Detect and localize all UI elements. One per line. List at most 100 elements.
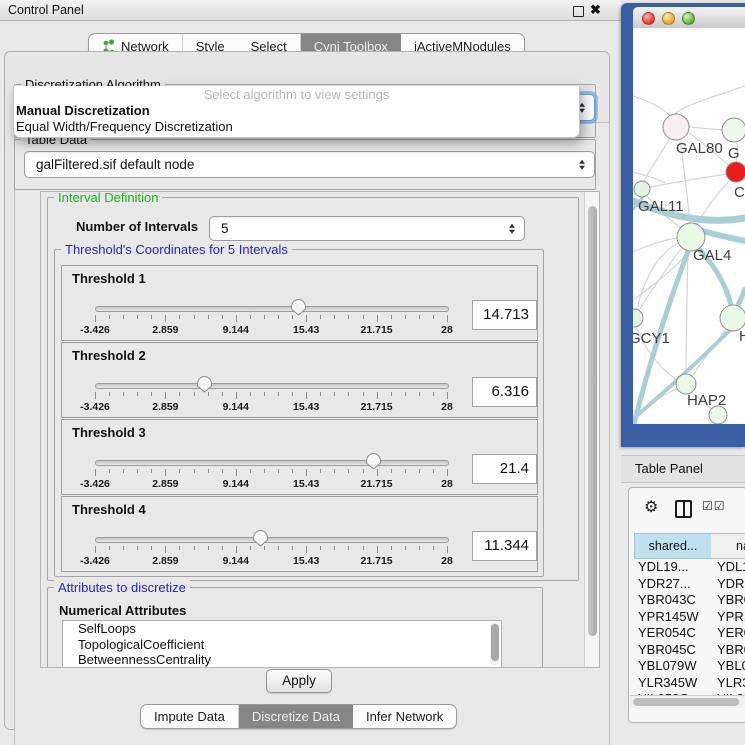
checkbox-icons[interactable]: ☑☑	[702, 499, 726, 513]
minimize-traffic-light-icon[interactable]	[662, 12, 675, 25]
bottom-tab-impute-data[interactable]: Impute Data	[141, 705, 238, 728]
attributes-list-scrollbar[interactable]	[490, 623, 499, 665]
cell-name: YBR0	[717, 592, 745, 609]
threshold-label: Threshold 3	[72, 425, 146, 440]
table-horizontal-scrollbar[interactable]	[630, 695, 745, 708]
table-row[interactable]: YPR145W YPR1	[629, 609, 745, 626]
bottom-tab-label: Impute Data	[154, 709, 225, 724]
network-node[interactable]	[634, 181, 650, 197]
threshold-value-field[interactable]: 11.344	[472, 531, 537, 561]
table-data-selected-value: galFiltered.sif default node	[36, 157, 194, 172]
dropdown-prompt-item[interactable]: Select algorithm to view settings	[14, 86, 579, 103]
scrollbar-thumb[interactable]	[633, 698, 739, 706]
slider-track[interactable]	[95, 306, 449, 312]
network-edge-highlighted	[703, 231, 745, 241]
table-row[interactable]: YBR043CYBR0	[629, 592, 745, 609]
threshold-label: Threshold 1	[72, 271, 146, 286]
network-edge	[633, 96, 670, 116]
network-node[interactable]	[722, 118, 745, 142]
table-rows: YDL19...YDL1YDR27...YDR2YBR043CYBR0YPR14…	[629, 559, 745, 698]
network-node-label: GCY1	[633, 330, 670, 347]
table-row[interactable]: YBR045C YBR0	[629, 642, 745, 659]
interval-definition-title: Interval Definition	[54, 191, 162, 205]
cell-shared-name: YER054C	[638, 625, 696, 642]
cell-name: YLR3	[717, 675, 745, 692]
apply-button[interactable]: Apply	[266, 669, 332, 693]
gear-icon[interactable]: ⚙	[644, 497, 658, 517]
network-node[interactable]	[676, 374, 696, 394]
slider-track[interactable]	[95, 460, 449, 466]
network-canvas[interactable]: GAL80GGAL11GAL4GCY1HHAP2C	[633, 28, 745, 424]
attribute-item[interactable]: BetweennessCentrality	[63, 652, 501, 668]
threshold-value-field[interactable]: 14.713	[472, 300, 537, 330]
threshold-value-field[interactable]: 21.4	[472, 454, 537, 484]
slider-ticks	[95, 392, 447, 400]
cell-shared-name: YPR145W	[638, 609, 699, 626]
threshold-row-4: Threshold 4 -3.4262.8599.14415.4321.71528…	[61, 496, 538, 572]
cell-name: YBR0	[717, 642, 745, 659]
table-row[interactable]: YLR345W YLR3	[629, 675, 745, 692]
thresholds-group: Threshold's Coordinates for 5 Intervals …	[54, 249, 544, 577]
network-node-label: H	[739, 328, 745, 345]
table-panel-title: Table Panel	[635, 461, 703, 476]
network-node-label: GAL11	[638, 198, 684, 215]
close-traffic-light-icon[interactable]	[642, 12, 655, 25]
window-title: Control Panel	[8, 3, 84, 17]
combo-arrows-icon	[579, 159, 585, 170]
slider-thumb[interactable]	[252, 529, 269, 547]
network-edge-highlighted	[738, 289, 745, 305]
table-row[interactable]: YBL079WYBL0	[629, 658, 745, 675]
column-header-name[interactable]: na	[711, 533, 745, 559]
network-node-label: GAL80	[676, 140, 723, 157]
cell-name: YPR1	[717, 609, 745, 626]
cell-shared-name: YDL19...	[638, 559, 689, 576]
threshold-row-2: Threshold 2-3.4262.8599.14415.4321.71528…	[61, 342, 538, 418]
slider-tick-labels: -3.4262.8599.14415.4321.71528	[95, 555, 447, 567]
table-row[interactable]: YDL19...YDL1	[629, 559, 745, 576]
zoom-traffic-light-icon[interactable]	[682, 12, 695, 25]
dropdown-item-equal-width-frequency[interactable]: Equal Width/Frequency Discretization	[14, 119, 579, 135]
slider-ticks	[95, 315, 447, 323]
table-panel-titlebar: Table Panel	[621, 455, 745, 483]
scrollbar-thumb[interactable]	[588, 206, 597, 636]
combo-arrows-icon	[509, 223, 515, 234]
slider-tick-labels: -3.4262.8599.14415.4321.71528	[95, 478, 447, 490]
cell-shared-name: YBR045C	[638, 642, 696, 659]
network-edge	[686, 251, 688, 374]
network-node[interactable]	[726, 162, 745, 182]
numerical-attributes-list[interactable]: SelfLoopsTopologicalCoefficientBetweenne…	[62, 620, 502, 668]
table-row[interactable]: YER054C YER0	[629, 625, 745, 642]
network-graph: GAL80GGAL11GAL4GCY1HHAP2C	[633, 28, 745, 424]
number-of-intervals-combobox[interactable]: 5	[209, 216, 525, 241]
network-node[interactable]	[633, 309, 643, 327]
bottom-tab-infer-network[interactable]: Infer Network	[353, 705, 456, 728]
cell-shared-name: YLR345W	[638, 675, 697, 692]
cell-name: YDR2	[717, 576, 745, 593]
attribute-item[interactable]: TopologicalCoefficient	[63, 637, 501, 653]
network-node-label: C	[734, 184, 745, 201]
slider-track[interactable]	[95, 383, 449, 389]
settings-vertical-scrollbar[interactable]	[584, 192, 599, 667]
network-node[interactable]	[663, 114, 689, 140]
threshold-label: Threshold 4	[72, 502, 146, 517]
float-window-icon[interactable]	[573, 6, 584, 17]
slider-tick-labels: -3.4262.8599.14415.4321.71528	[95, 324, 447, 336]
attribute-item[interactable]: SelfLoops	[63, 621, 501, 637]
bottom-tab-discretize-data[interactable]: Discretize Data	[238, 705, 353, 728]
slider-ticks	[95, 469, 447, 477]
threshold-label: Threshold 2	[72, 348, 146, 363]
attributes-group: Attributes to discretize Numerical Attri…	[47, 587, 543, 668]
slider-thumb[interactable]	[365, 452, 382, 470]
table-data-combobox[interactable]: galFiltered.sif default node	[24, 151, 595, 178]
slider-thumb[interactable]	[196, 375, 213, 393]
column-header-shared-name[interactable]: shared...	[634, 533, 712, 559]
network-window-titlebar[interactable]	[633, 7, 745, 29]
slider-thumb[interactable]	[290, 298, 307, 316]
dropdown-item-manual-discretization[interactable]: Manual Discretization	[14, 103, 579, 119]
table-row[interactable]: YDR27...YDR2	[629, 576, 745, 593]
columns-icon[interactable]	[675, 500, 692, 518]
slider-track[interactable]	[95, 537, 449, 543]
close-icon[interactable]: ✖	[590, 2, 601, 18]
threshold-value-field[interactable]: 6.316	[472, 377, 537, 407]
cell-name: YER0	[717, 625, 745, 642]
